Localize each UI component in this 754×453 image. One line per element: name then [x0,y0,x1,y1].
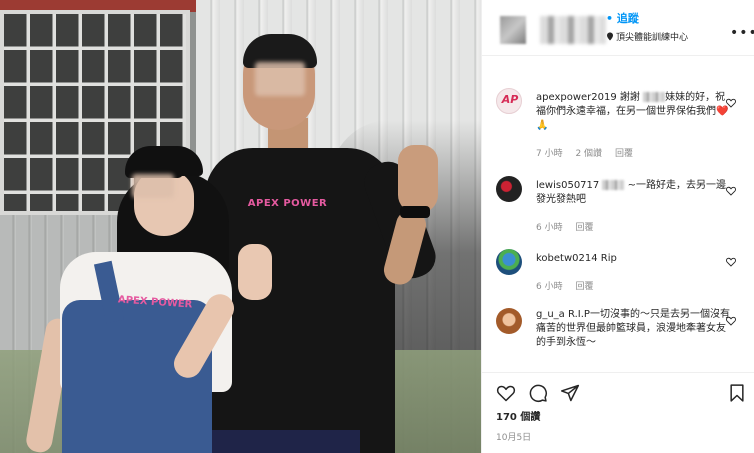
poster-username[interactable] [540,16,606,44]
send-icon[interactable] [560,383,580,403]
comment-meta: 6 小時 回覆 [536,279,603,292]
comment-like-heart-icon[interactable] [726,98,736,108]
man-face-blur [255,62,305,96]
man-peace-sign-hand [398,145,438,213]
man-shirt-logo: APEX POWER [247,198,328,209]
woman-face-blur [132,174,174,198]
commenter-avatar[interactable] [496,308,522,334]
poster-avatar[interactable] [500,16,526,44]
post-photo[interactable]: APEX POWER APEX POWER [0,0,481,453]
comment-like-heart-icon[interactable] [726,257,736,267]
comment-meta: 6 小時 回覆 [536,220,603,233]
comment-username[interactable]: lewis050717 [536,180,599,191]
ap-logo-text: AP [501,93,519,106]
comment-username[interactable]: g_u_a [536,309,565,320]
redacted-name [602,180,625,190]
comment-likes[interactable]: 2 個讚 [575,149,602,159]
comment-username[interactable]: apexpower2019 [536,92,617,103]
comment-time[interactable]: 6 小時 [536,223,563,233]
comment-text-part: R.I.P一切沒事的～只是去另一個沒有痛苦的世界但最帥籃球員，浪漫地牽著女友的手… [536,309,730,348]
more-horizontal-icon[interactable]: ••• [730,26,754,40]
comment-panel: • 追蹤 頂尖體能訓練中心 ••• AP apexpower2019 謝謝 妹妹… [481,0,754,453]
comment-list: AP apexpower2019 謝謝 妹妹的好，祝福你們永遠幸福，在另一個世界… [482,56,754,366]
comment-username[interactable]: kobetw0214 [536,253,598,264]
follow-button[interactable]: • 追蹤 [606,10,639,26]
bookmark-icon[interactable] [727,383,747,403]
man-watch [400,206,430,218]
comment-time[interactable]: 7 小時 [536,149,563,159]
heart-icon[interactable] [496,383,516,403]
comment-text-part: Rip [600,253,617,264]
likes-count[interactable]: 170 個讚 [496,408,540,423]
comment-icon[interactable] [528,383,548,403]
reply-button[interactable]: 回覆 [615,149,633,159]
reply-button[interactable]: 回覆 [575,282,593,292]
commenter-avatar[interactable]: AP [496,88,522,114]
comment-like-heart-icon[interactable] [726,316,736,326]
comment-text: g_u_a R.I.P一切沒事的～只是去另一個沒有痛苦的世界但最帥籃球員，浪漫地… [536,308,731,350]
comment-text-part: 謝謝 [619,92,640,103]
comment-time[interactable]: 6 小時 [536,282,563,292]
comment-text: kobetw0214 Rip [536,252,731,266]
redacted-name [643,92,666,102]
reply-button[interactable]: 回覆 [575,223,593,233]
location-label: 頂尖體能訓練中心 [616,33,689,43]
post-action-bar [482,372,754,408]
woman-peace-sign-hand [238,244,272,300]
comment-like-heart-icon[interactable] [726,186,736,196]
comment-meta: 7 小時 2 個讚 回覆 [536,146,643,159]
post-header: • 追蹤 頂尖體能訓練中心 ••• [482,0,754,56]
post-date[interactable]: 10月5日 [496,430,531,443]
man-pants [210,430,360,453]
comment-text: apexpower2019 謝謝 妹妹的好，祝福你們永遠幸福，在另一個世界保佑我… [536,91,731,133]
comment-text: lewis050717 ~一路好走，去另一邊發光發熱吧 [536,179,731,207]
location-pin-icon [607,32,613,41]
commenter-avatar[interactable] [496,176,522,202]
commenter-avatar[interactable] [496,249,522,275]
location-link[interactable]: 頂尖體能訓練中心 [606,30,688,43]
